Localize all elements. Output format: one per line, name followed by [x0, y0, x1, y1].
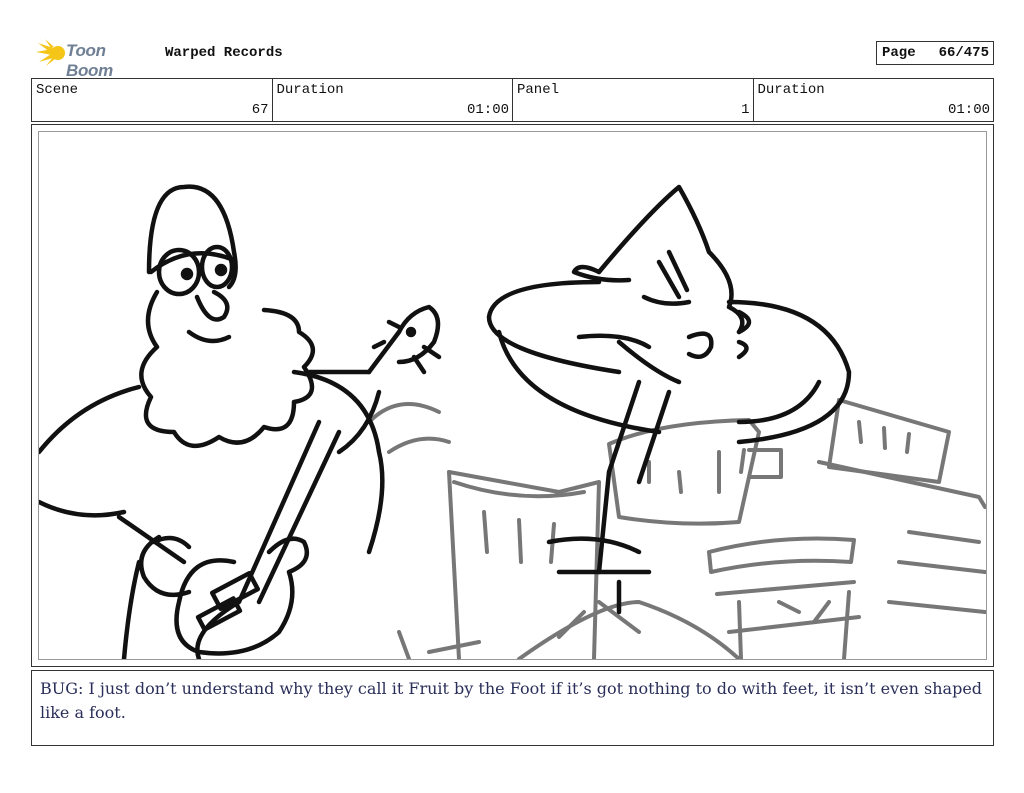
panel-cell: Panel 1: [513, 79, 754, 121]
drum-kit-sketch: [367, 398, 986, 659]
scene-label: Scene: [36, 82, 79, 98]
panel-duration-value: 01:00: [947, 102, 990, 118]
scene-cell: Scene 67: [32, 79, 273, 121]
panel-duration-cell: Duration 01:00: [754, 79, 994, 121]
panel-duration-label: Duration: [757, 82, 825, 98]
page-indicator: Page 66/475: [876, 41, 994, 65]
scene-duration-value: 01:00: [466, 102, 509, 118]
panel-image-area[interactable]: [38, 131, 987, 660]
scene-value: 67: [251, 102, 269, 118]
panel-label: Panel: [517, 82, 560, 98]
storyboard-header: Toon Boom Warped Records Page 66/475: [32, 38, 994, 80]
sunburst-logo-icon: [36, 39, 65, 66]
page-number: 66/475: [938, 45, 989, 61]
scene-duration-cell: Duration 01:00: [273, 79, 513, 121]
page-label: Page: [882, 45, 916, 61]
panel-metadata-table: Scene 67 Duration 01:00 Panel 1 Duration…: [31, 78, 994, 122]
bearded-bassist-sketch: [39, 184, 442, 659]
logo-wordmark: Toon Boom: [66, 41, 113, 80]
project-title: Warped Records: [165, 45, 283, 61]
panel-value: 1: [741, 102, 750, 118]
toon-boom-logo: Toon Boom: [32, 38, 157, 80]
drummer-sketch: [486, 184, 852, 615]
panel-frame: [31, 124, 994, 667]
storyboard-sketch: [39, 184, 986, 659]
dialogue-box: BUG: I just don’t understand why they ca…: [31, 670, 994, 746]
scene-duration-label: Duration: [276, 82, 344, 98]
dialogue-text: BUG: I just don’t understand why they ca…: [40, 679, 983, 722]
